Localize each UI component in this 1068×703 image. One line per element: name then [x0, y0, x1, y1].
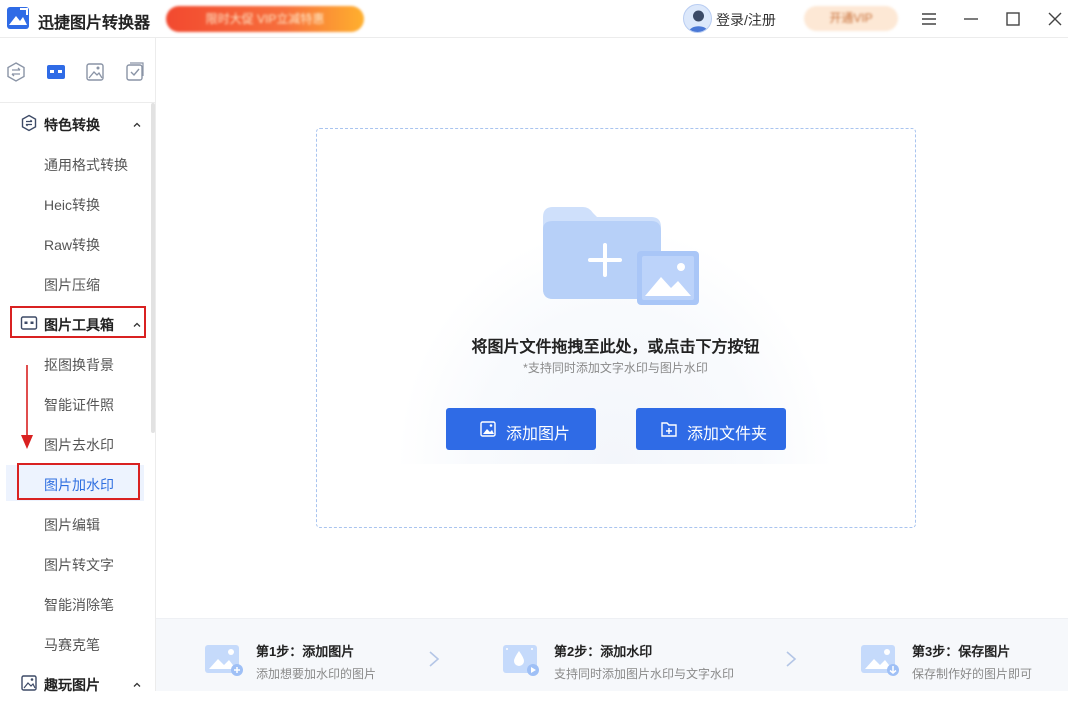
- group-label: 趣玩图片: [44, 677, 100, 693]
- sidebar-item-ocr[interactable]: 图片转文字: [0, 543, 150, 583]
- sidebar: 特色转换 通用格式转换 Heic转换 Raw转换 图片压缩 图片工具箱 抠图换背…: [0, 38, 156, 693]
- promo-banner[interactable]: 限时大促 VIP立减特惠: [166, 6, 364, 32]
- avatar-icon: [688, 10, 709, 32]
- step-2: 第2步：添加水印 支持同时添加图片水印与文字水印: [502, 619, 792, 692]
- sidebar-item-label: 智能消除笔: [44, 597, 114, 613]
- chevron-up-icon[interactable]: [132, 117, 142, 127]
- sidebar-item-label: 抠图换背景: [44, 357, 114, 373]
- image-icon: [479, 420, 497, 438]
- sidebar-item-label: 图片去水印: [44, 437, 114, 453]
- drop-zone[interactable]: 将图片文件拖拽至此处，或点击下方按钮 *支持同时添加文字水印与图片水印 添加图片…: [316, 128, 916, 528]
- minimize-button[interactable]: [961, 9, 981, 29]
- step-desc: 支持同时添加图片水印与文字水印: [554, 667, 735, 681]
- category-tab-checklist[interactable]: [124, 61, 146, 83]
- sidebar-item-label: 智能证件照: [44, 397, 114, 413]
- sidebar-category-tabs: [0, 38, 155, 103]
- sidebar-item-format-convert[interactable]: 通用格式转换: [0, 143, 150, 183]
- chevron-right-icon: [786, 651, 797, 667]
- add-image-step-icon: [205, 645, 243, 676]
- sidebar-item-label: 马赛克笔: [44, 637, 100, 653]
- category-tab-image-fun[interactable]: [84, 61, 106, 83]
- image-fun-icon: [20, 674, 38, 692]
- sidebar-item-label: 图片压缩: [44, 277, 100, 293]
- main-panel: 将图片文件拖拽至此处，或点击下方按钮 *支持同时添加文字水印与图片水印 添加图片…: [156, 38, 1068, 691]
- step-1: 第1步：添加图片 添加想要加水印的图片: [204, 619, 444, 692]
- maximize-icon: [1006, 12, 1020, 26]
- user-avatar[interactable]: [683, 4, 712, 33]
- step-title: 第2步：添加水印: [554, 644, 653, 659]
- close-button[interactable]: [1045, 9, 1065, 29]
- step-desc: 保存制作好的图片即可: [912, 667, 1033, 681]
- add-folder-button[interactable]: 添加文件夹: [636, 408, 786, 450]
- convert-icon: [7, 62, 25, 82]
- step-desc: 添加想要加水印的图片: [256, 667, 377, 681]
- annotation-box-toolbox: [10, 306, 146, 338]
- chevron-up-icon[interactable]: [132, 677, 142, 687]
- sidebar-item-compress[interactable]: 图片压缩: [0, 263, 150, 303]
- add-folder-label: 添加文件夹: [687, 426, 768, 443]
- group-label: 特色转换: [44, 117, 100, 133]
- group-special-convert[interactable]: 特色转换: [0, 103, 150, 143]
- sidebar-item-label: Heic转换: [44, 197, 101, 213]
- drop-zone-subtitle: *支持同时添加文字水印与图片水印: [523, 361, 708, 375]
- menu-button[interactable]: [919, 9, 939, 29]
- maximize-button[interactable]: [1003, 9, 1023, 29]
- login-register-link[interactable]: 登录/注册: [716, 10, 776, 30]
- group-image-fun[interactable]: 趣玩图片: [0, 663, 150, 703]
- menu-icon: [922, 13, 936, 25]
- sidebar-item-heic[interactable]: Heic转换: [0, 183, 150, 223]
- add-folder-image-icon: [543, 207, 699, 305]
- sidebar-item-label: Raw转换: [44, 237, 101, 253]
- annotation-arrow-icon: [21, 365, 33, 449]
- chevron-right-icon: [429, 651, 440, 667]
- sidebar-item-edit[interactable]: 图片编辑: [0, 503, 150, 543]
- sidebar-scrollbar[interactable]: [151, 103, 155, 433]
- category-tab-toolbox[interactable]: [45, 61, 67, 83]
- convert-icon: [20, 114, 38, 132]
- sidebar-item-label: 图片加水印: [44, 477, 114, 493]
- image-fun-icon: [86, 63, 104, 81]
- add-image-label: 添加图片: [506, 426, 571, 443]
- app-logo-icon: [7, 7, 29, 29]
- toolbox-icon: [47, 65, 65, 79]
- sidebar-item-eraser[interactable]: 智能消除笔: [0, 583, 150, 623]
- minimize-icon: [964, 18, 978, 20]
- category-tab-convert[interactable]: [5, 61, 27, 83]
- sidebar-item-mosaic[interactable]: 马赛克笔: [0, 623, 150, 663]
- drop-zone-title: 将图片文件拖拽至此处，或点击下方按钮: [471, 339, 760, 356]
- save-image-step-icon: [861, 645, 899, 676]
- checklist-icon: [126, 62, 144, 81]
- title-bar: 迅捷图片转换器 限时大促 VIP立减特惠 登录/注册 开通VIP: [0, 0, 1068, 38]
- steps-bar: 第1步：添加图片 添加想要加水印的图片 第2步：添加水印 支持同时添加图片水印与…: [156, 618, 1068, 691]
- vip-button[interactable]: 开通VIP: [804, 6, 898, 31]
- sidebar-item-label: 图片转文字: [44, 557, 114, 573]
- app-title: 迅捷图片转换器: [38, 15, 151, 32]
- step-title: 第1步：添加图片: [256, 644, 355, 659]
- sidebar-item-label: 通用格式转换: [44, 157, 128, 173]
- sidebar-item-label: 图片编辑: [44, 517, 100, 533]
- close-icon: [1048, 12, 1062, 26]
- step-3: 第3步：保存图片 保存制作好的图片即可: [860, 619, 1060, 692]
- add-image-button[interactable]: 添加图片: [446, 408, 596, 450]
- watermark-step-icon: [503, 645, 539, 676]
- step-title: 第3步：保存图片: [912, 644, 1011, 659]
- sidebar-item-raw[interactable]: Raw转换: [0, 223, 150, 263]
- folder-add-icon: [660, 420, 678, 438]
